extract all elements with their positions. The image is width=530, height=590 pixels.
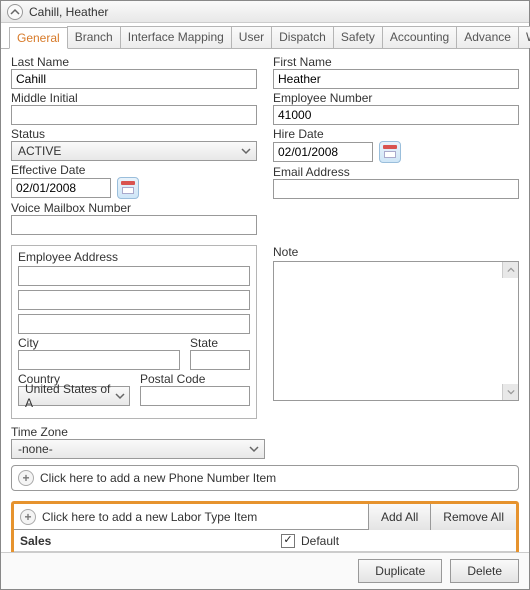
label-state: State [190, 336, 218, 350]
add-labor-placeholder: Click here to add a new Labor Type Item [42, 510, 257, 524]
scroll-down-icon[interactable] [502, 384, 518, 400]
tab-strip: General Branch Interface Mapping User Di… [1, 23, 529, 49]
label-postal-code: Postal Code [140, 372, 205, 386]
tab-safety[interactable]: Safety [333, 26, 383, 48]
state-input[interactable] [190, 350, 250, 370]
default-checkbox[interactable] [281, 534, 295, 548]
note-textarea[interactable] [273, 261, 519, 401]
chevron-up-icon [10, 7, 20, 17]
postal-code-input[interactable] [140, 386, 250, 406]
remove-all-button[interactable]: Remove All [430, 504, 516, 530]
tab-dispatch[interactable]: Dispatch [271, 26, 334, 48]
label-employee-number: Employee Number [273, 91, 519, 105]
label-first-name: First Name [273, 55, 519, 69]
labor-header: + Click here to add a new Labor Type Ite… [14, 504, 516, 530]
label-employee-address: Employee Address [18, 250, 118, 264]
calendar-icon[interactable] [117, 177, 139, 199]
default-label: Default [301, 534, 339, 548]
form-body: Last Name Middle Initial Status ACTIVE E… [1, 49, 529, 552]
label-note: Note [273, 245, 519, 259]
add-phone-placeholder: Click here to add a new Phone Number Ite… [40, 471, 276, 485]
labor-type-section: + Click here to add a new Labor Type Ite… [11, 501, 519, 552]
label-last-name: Last Name [11, 55, 257, 69]
plus-icon: + [18, 470, 34, 486]
label-effective-date: Effective Date [11, 163, 257, 177]
address-group: Employee Address City State [11, 245, 257, 419]
status-select[interactable]: ACTIVE [11, 141, 257, 161]
employee-number-input[interactable] [273, 105, 519, 125]
label-hire-date: Hire Date [273, 127, 519, 141]
add-labor-bar[interactable]: + Click here to add a new Labor Type Ite… [14, 509, 368, 525]
address-line3-input[interactable] [18, 314, 250, 334]
label-city: City [18, 336, 39, 350]
voice-mailbox-input[interactable] [11, 215, 257, 235]
label-status: Status [11, 127, 257, 141]
window-title: Cahill, Heather [29, 5, 108, 19]
time-zone-value: -none- [18, 442, 53, 456]
tab-user[interactable]: User [231, 26, 272, 48]
plus-icon: + [20, 509, 36, 525]
duplicate-button[interactable]: Duplicate [358, 559, 442, 583]
tab-general[interactable]: General [9, 27, 68, 49]
labor-row: Sales Default [14, 530, 516, 552]
status-value: ACTIVE [18, 144, 61, 158]
effective-date-input[interactable] [11, 178, 111, 198]
chevron-down-icon [238, 143, 254, 159]
titlebar: Cahill, Heather [1, 1, 529, 23]
labor-name: Sales [14, 534, 281, 548]
add-phone-bar[interactable]: + Click here to add a new Phone Number I… [11, 465, 519, 491]
address-line1-input[interactable] [18, 266, 250, 286]
first-name-input[interactable] [273, 69, 519, 89]
address-line2-input[interactable] [18, 290, 250, 310]
tab-branch[interactable]: Branch [67, 26, 121, 48]
email-input[interactable] [273, 179, 519, 199]
city-input[interactable] [18, 350, 180, 370]
label-voice-mailbox: Voice Mailbox Number [11, 201, 257, 215]
label-middle-initial: Middle Initial [11, 91, 257, 105]
middle-initial-input[interactable] [11, 105, 257, 125]
delete-button[interactable]: Delete [450, 559, 519, 583]
tab-interface-mapping[interactable]: Interface Mapping [120, 26, 232, 48]
tab-advance[interactable]: Advance [456, 26, 519, 48]
label-email: Email Address [273, 165, 519, 179]
calendar-icon[interactable] [379, 141, 401, 163]
collapse-button[interactable] [7, 4, 23, 20]
country-value: United States of A [25, 382, 112, 410]
tab-accounting[interactable]: Accounting [382, 26, 457, 48]
chevron-down-icon [112, 388, 127, 404]
employee-window: Cahill, Heather General Branch Interface… [0, 0, 530, 590]
time-zone-select[interactable]: -none- [11, 439, 265, 459]
bottom-bar: Duplicate Delete [1, 552, 529, 589]
chevron-down-icon [246, 441, 262, 457]
scroll-up-icon[interactable] [502, 262, 518, 278]
last-name-input[interactable] [11, 69, 257, 89]
add-all-button[interactable]: Add All [368, 504, 430, 530]
label-time-zone: Time Zone [11, 425, 68, 439]
tab-web[interactable]: Web U [518, 26, 530, 48]
hire-date-input[interactable] [273, 142, 373, 162]
country-select[interactable]: United States of A [18, 386, 130, 406]
